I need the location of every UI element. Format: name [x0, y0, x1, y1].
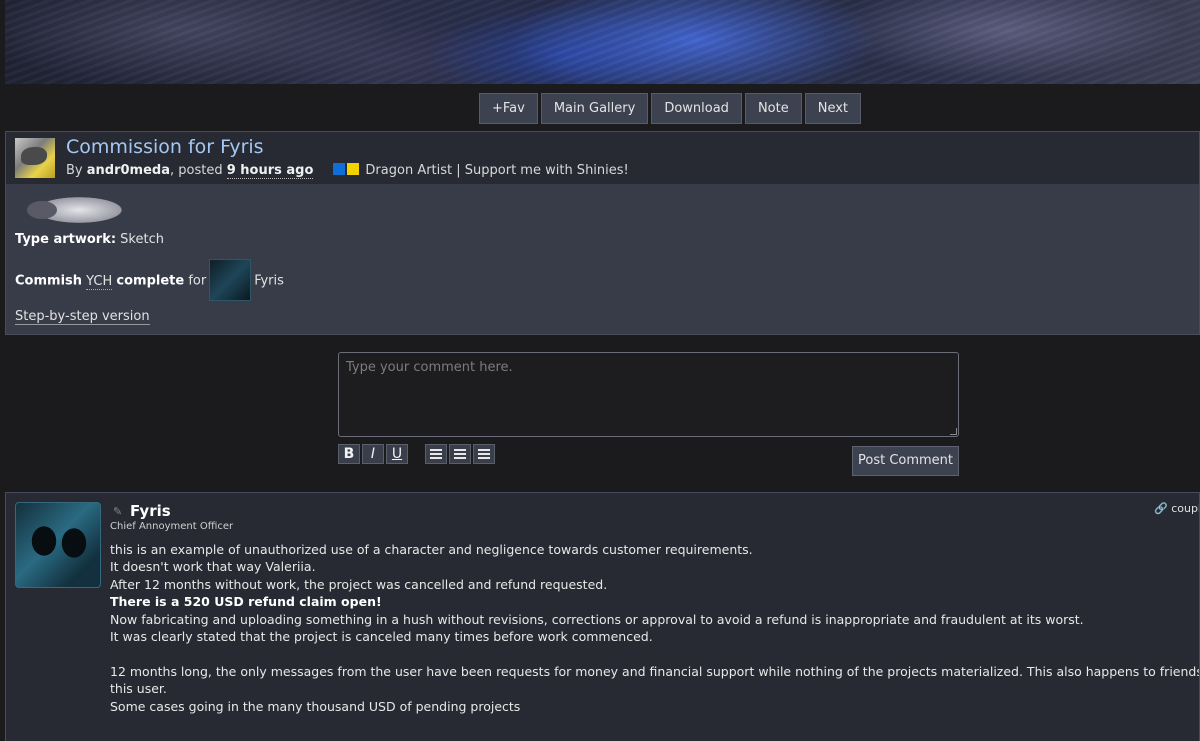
comment-line: After 12 months without work, the projec… [110, 576, 608, 592]
fav-button[interactable]: +Fav [479, 93, 538, 124]
submission-description: Type artwork: Sketch Commish YCH complet… [5, 184, 1200, 335]
complete-label: complete [116, 273, 185, 289]
by-prefix: By [66, 163, 87, 178]
step-by-step-link[interactable]: Step-by-step version [15, 309, 150, 325]
align-left-button[interactable] [425, 444, 447, 464]
comment-line: this is an example of unauthorized use o… [110, 542, 753, 557]
author-tagline: Dragon Artist | Support me with Shinies! [365, 163, 629, 178]
ych-link[interactable]: YCH [86, 273, 113, 290]
submission-nav: +Fav Main Gallery Download Note Next [479, 93, 862, 124]
comment-body: this is an example of unauthorized use o… [110, 541, 1200, 715]
comment-line: this user. [110, 681, 167, 697]
download-button[interactable]: Download [651, 93, 742, 124]
comment-line: It doesn't work that way Valeriia. [110, 559, 316, 575]
bold-button[interactable]: B [338, 444, 360, 464]
resize-grip-icon[interactable] [950, 428, 957, 435]
align-center-icon [454, 449, 466, 459]
main-gallery-button[interactable]: Main Gallery [540, 93, 649, 124]
comment-input[interactable] [338, 352, 959, 437]
next-button[interactable]: Next [804, 93, 862, 124]
posted-prefix: , posted [169, 163, 227, 178]
comment-line: There is a 520 USD refund claim open! [110, 594, 382, 610]
submission-banner-image [5, 0, 1200, 84]
comment-line: Some cases going in the many thousand US… [110, 698, 521, 714]
underline-button[interactable]: U [386, 444, 408, 464]
commish-line: Commish YCH complete for Fyris [15, 259, 284, 302]
comment-line: It was clearly stated that the project i… [110, 629, 653, 645]
commenter-name[interactable]: Fyris [130, 502, 171, 520]
comment-card: ✎ Fyris Chief Annoyment Officer 🔗 coupl … [5, 492, 1200, 741]
posted-time: 9 hours ago [226, 163, 314, 179]
permalink-label: coupl [1171, 502, 1200, 515]
comment-line: 12 months long, the only messages from t… [110, 663, 1200, 679]
recipient-name[interactable]: Fyris [254, 274, 284, 289]
for-text: for [184, 273, 207, 289]
comment-permalink[interactable]: 🔗 coupl [1154, 502, 1200, 515]
flag-blue-icon [333, 163, 346, 175]
type-value: Sketch [116, 232, 164, 247]
recipient-avatar[interactable] [209, 259, 252, 301]
link-icon: 🔗 [1154, 502, 1168, 515]
comment-line: Now fabricating and uploading something … [110, 611, 1084, 627]
artwork-thumbnail[interactable] [19, 191, 143, 229]
type-artwork-line: Type artwork: Sketch [15, 232, 164, 247]
type-label: Type artwork: [15, 232, 117, 247]
step-link-line: Step-by-step version [15, 309, 150, 325]
submission-title: Commission for Fyris [66, 136, 264, 158]
align-right-button[interactable] [473, 444, 495, 464]
align-center-button[interactable] [449, 444, 471, 464]
note-button[interactable]: Note [744, 93, 802, 124]
submission-meta: By andr0meda, posted 9 hours ago Dragon A… [66, 163, 629, 179]
align-left-icon [430, 449, 442, 459]
edit-icon[interactable]: ✎ [113, 505, 122, 518]
align-right-icon [478, 449, 490, 459]
author-avatar[interactable] [14, 137, 56, 179]
commish-label: Commish [15, 273, 83, 289]
flag-yellow-icon [347, 163, 360, 175]
comment-line [110, 645, 1199, 662]
submission-header: Commission for Fyris By andr0meda, poste… [5, 131, 1200, 184]
post-comment-button[interactable]: Post Comment [852, 446, 959, 476]
author-link[interactable]: andr0meda [87, 163, 170, 178]
italic-button[interactable]: I [362, 444, 384, 464]
commenter-role: Chief Annoyment Officer [110, 521, 234, 532]
commenter-avatar[interactable] [15, 502, 101, 588]
